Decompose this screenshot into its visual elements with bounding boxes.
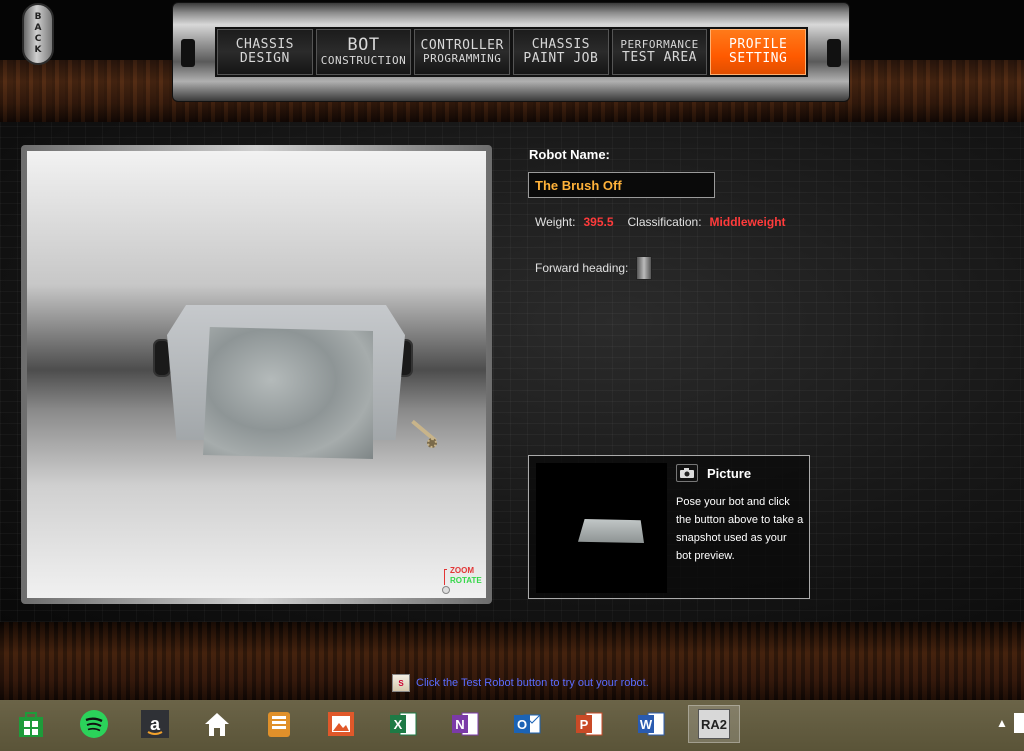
tray-caret-icon[interactable]: ▲ [996,716,1008,730]
nav-bolt-left [181,39,195,67]
nav-bolt-right [827,39,841,67]
robot-viewport[interactable]: ZOOM ROTATE [27,151,486,598]
tab-line1: CHASSIS [235,37,294,53]
classification-value: Middleweight [709,215,786,229]
tab-line2: CONSTRUCTION [320,54,407,68]
weight-value: 395.5 [583,215,614,229]
tab-line2: DESIGN [239,51,290,66]
ra2-icon[interactable]: RA2 [688,705,740,743]
tab-chassis-paint-job[interactable]: CHASSIS PAINT JOB [513,29,609,75]
excel-icon[interactable]: X [384,705,422,743]
tray-notification-icon[interactable] [1014,713,1024,733]
picture-label: Picture [707,466,752,481]
camera-icon [680,468,694,478]
tab-line2: TEST AREA [622,49,697,65]
forward-heading-label: Forward heading: [535,261,629,275]
tab-line1: PROFILE [729,37,788,53]
spinner-weapon [409,416,439,448]
tab-line2: PROGRAMMING [423,52,502,66]
home-glyph [205,713,229,736]
zoom-label: ZOOM [450,566,474,575]
home-icon[interactable] [198,705,236,743]
picture-panel: Picture Pose your bot and click the butt… [528,455,810,599]
onenote-glyph: N [452,712,479,736]
ra2-badge: RA2 [698,709,730,739]
classification-label: Classification: [627,215,702,229]
svg-text:X: X [394,717,403,732]
outlook-glyph: O [514,714,541,734]
tab-chassis-design[interactable]: CHASSIS DESIGN [217,29,313,75]
svg-text:P: P [580,717,589,732]
tab-line1: CHASSIS [531,37,590,53]
onenote-icon[interactable]: N [446,705,484,743]
robot-name-input[interactable] [528,172,715,198]
chassis-plate [203,327,373,459]
powerpoint-icon[interactable]: P [570,705,608,743]
files-glyph [268,712,290,737]
robot-stats: Weight: 395.5 Classification: Middleweig… [535,215,786,229]
word-glyph: W [638,712,665,736]
tab-line2: PAINT JOB [523,51,599,66]
files-icon[interactable] [260,705,298,743]
word-icon[interactable]: W [632,705,670,743]
amazon-icon[interactable]: a [136,705,174,743]
robot-name-label: Robot Name: [529,147,610,162]
tab-controller-programming[interactable]: CONTROLLER PROGRAMMING [414,29,511,75]
back-button[interactable]: BACK [22,3,54,65]
forward-heading-slider[interactable] [636,256,653,280]
hint-icon: S [392,674,410,692]
camera-button[interactable] [676,464,698,482]
tab-bot-construction[interactable]: BOT CONSTRUCTION [315,29,412,75]
spotify-glyph [80,710,108,738]
preview-bot-shape [578,519,644,543]
store-icon[interactable] [12,705,50,743]
hint-text: Click the Test Robot button to try out y… [416,677,649,689]
photos-glyph [328,712,354,736]
store-glyph [19,712,43,737]
tab-performance-test-area[interactable]: PERFORMANCE TEST AREA [611,29,708,75]
weight-label: Weight: [535,215,576,229]
forward-heading-row: Forward heading: [535,256,653,280]
rotate-label: ROTATE [450,576,482,585]
legend-bracket [444,569,447,585]
spinner-hub [427,438,437,448]
outlook-icon[interactable]: O [508,705,546,743]
photos-icon[interactable] [322,705,360,743]
powerpoint-glyph: P [576,712,603,736]
svg-text:N: N [455,717,464,732]
spotify-icon[interactable] [75,705,113,743]
main-nav: CHASSIS DESIGN BOT CONSTRUCTION CONTROLL… [215,27,808,77]
amazon-glyph: a [141,710,169,738]
tab-line2: SETTING [729,51,788,66]
picture-description: Pose your bot and click the button above… [676,496,804,562]
robot-model [153,301,437,471]
svg-text:O: O [517,717,527,732]
zoom-rotate-legend: ZOOM ROTATE [442,566,482,594]
mouse-icon [442,586,450,594]
robot-viewport-frame: ZOOM ROTATE [21,145,492,604]
tab-line1: BOT [347,35,380,56]
excel-glyph: X [390,712,417,736]
status-hint: S Click the Test Robot button to try out… [392,674,649,692]
bot-preview-image [536,463,667,593]
back-button-label: BACK [33,12,43,56]
tab-line1: CONTROLLER [420,38,504,54]
svg-text:W: W [640,717,653,732]
tab-profile-setting[interactable]: PROFILE SETTING [710,29,807,75]
svg-text:a: a [150,714,161,734]
